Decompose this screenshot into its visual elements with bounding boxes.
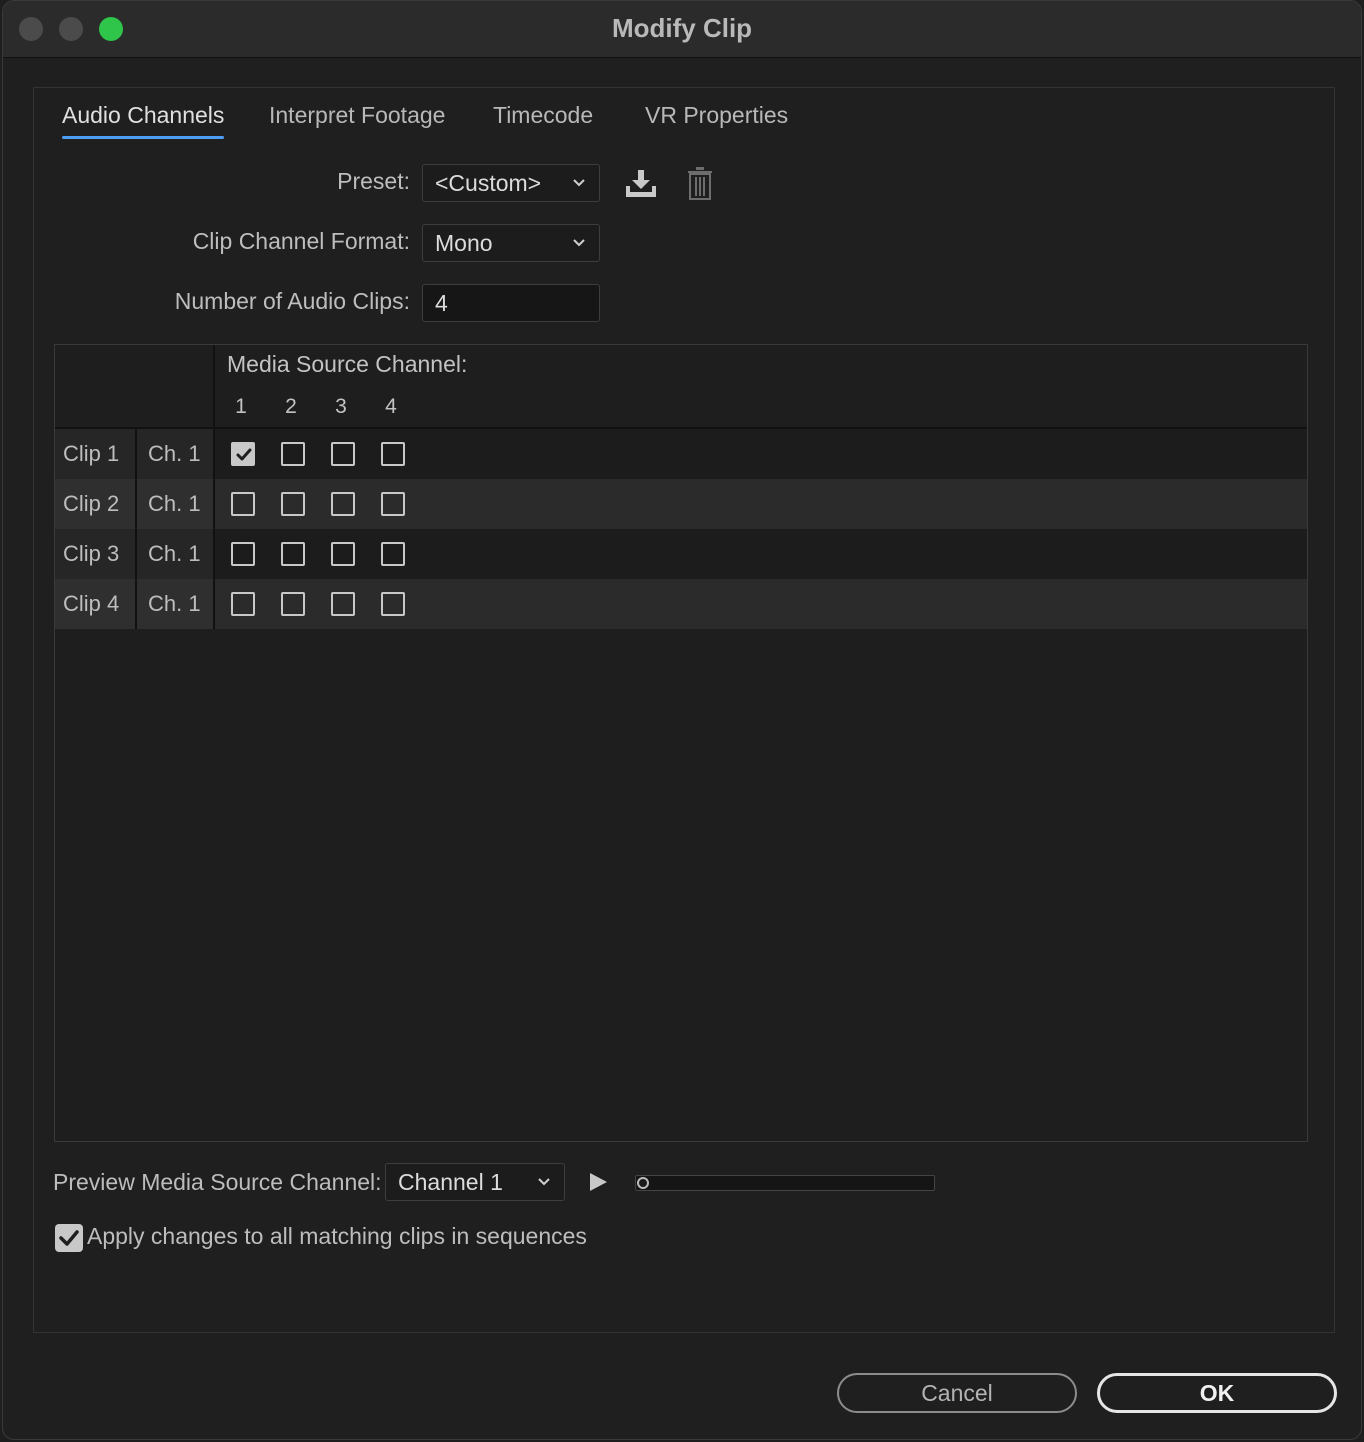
tab-timecode[interactable]: Timecode: [493, 102, 593, 135]
channel-checkbox[interactable]: [231, 542, 255, 566]
clip-label: Clip 2: [55, 479, 137, 529]
preset-value: <Custom>: [435, 170, 542, 196]
preview-scrubber-track[interactable]: [635, 1175, 935, 1191]
title-bar: Modify Clip: [3, 1, 1361, 58]
clip-channel-format-dropdown[interactable]: Mono: [422, 224, 600, 262]
tab-audio-channels[interactable]: Audio Channels: [62, 102, 225, 139]
preview-channel-dropdown[interactable]: Channel 1: [385, 1163, 565, 1201]
clip-channel-format-label: Clip Channel Format:: [192, 228, 410, 254]
channel-checkbox[interactable]: [231, 592, 255, 616]
column-header-1: 1: [235, 395, 247, 418]
apply-changes-checkbox[interactable]: [55, 1224, 83, 1252]
clip-label: Clip 1: [55, 429, 137, 479]
channel-label: Ch. 1: [137, 529, 215, 579]
channel-label: Ch. 1: [137, 429, 215, 479]
matrix-row-clip-3: Clip 3 Ch. 1: [55, 529, 1307, 579]
matrix-row-clip-4: Clip 4 Ch. 1: [55, 579, 1307, 629]
clip-channel-format-value: Mono: [435, 230, 493, 256]
matrix-row-clip-2: Clip 2 Ch. 1: [55, 479, 1307, 529]
chevron-down-icon: [573, 239, 585, 247]
channel-checkbox[interactable]: [281, 492, 305, 516]
channel-checkbox[interactable]: [381, 492, 405, 516]
preset-dropdown[interactable]: <Custom>: [422, 164, 600, 202]
trash-icon[interactable]: [686, 166, 714, 200]
channel-checkbox[interactable]: [381, 442, 405, 466]
channel-checkbox[interactable]: [331, 492, 355, 516]
channel-checkbox[interactable]: [231, 442, 255, 466]
channel-checkbox[interactable]: [381, 542, 405, 566]
matrix-row-clip-1: Clip 1 Ch. 1: [55, 429, 1307, 479]
channel-matrix: Media Source Channel: 1 2 3 4 Clip 1 Ch.…: [54, 344, 1308, 1142]
clip-label: Clip 4: [55, 579, 137, 629]
channel-checkbox[interactable]: [281, 442, 305, 466]
chevron-down-icon: [573, 179, 585, 187]
channel-checkbox[interactable]: [281, 592, 305, 616]
window-title: Modify Clip: [611, 13, 753, 43]
clip-label: Clip 3: [55, 529, 137, 579]
column-header-4: 4: [385, 395, 397, 418]
play-icon[interactable]: [587, 1171, 609, 1193]
channel-label: Ch. 1: [137, 579, 215, 629]
channel-checkbox[interactable]: [231, 492, 255, 516]
modify-clip-dialog: Modify Clip Audio Channels Interpret Foo…: [2, 0, 1362, 1440]
column-header-3: 3: [335, 395, 347, 418]
channel-checkbox[interactable]: [331, 592, 355, 616]
checkmark-icon: [59, 1230, 79, 1246]
apply-changes-label: Apply changes to all matching clips in s…: [87, 1223, 587, 1249]
download-icon[interactable]: [624, 168, 658, 198]
tab-vr-properties[interactable]: VR Properties: [645, 102, 788, 135]
number-of-audio-clips-label: Number of Audio Clips:: [174, 288, 410, 314]
preview-channel-value: Channel 1: [398, 1169, 503, 1195]
matrix-header: Media Source Channel: 1 2 3 4: [55, 345, 1307, 429]
ok-button[interactable]: OK: [1097, 1373, 1337, 1413]
channel-checkbox[interactable]: [331, 442, 355, 466]
chevron-down-icon: [538, 1178, 550, 1186]
preview-scrubber-handle[interactable]: [637, 1177, 649, 1189]
tab-interpret-footage[interactable]: Interpret Footage: [269, 102, 445, 135]
preview-media-source-channel-label: Preview Media Source Channel:: [53, 1169, 382, 1195]
channel-label: Ch. 1: [137, 479, 215, 529]
channel-checkbox[interactable]: [281, 542, 305, 566]
matrix-corner: [55, 345, 215, 427]
channel-checkbox[interactable]: [331, 542, 355, 566]
channel-checkbox[interactable]: [381, 592, 405, 616]
cancel-button[interactable]: Cancel: [837, 1373, 1077, 1413]
preset-label: Preset:: [337, 168, 410, 194]
media-source-channel-label: Media Source Channel:: [227, 351, 468, 377]
number-of-audio-clips-input[interactable]: 4: [422, 284, 600, 322]
checkmark-icon: [236, 448, 252, 461]
audio-channels-panel: Audio Channels Interpret Footage Timecod…: [33, 87, 1335, 1333]
column-header-2: 2: [285, 395, 297, 418]
